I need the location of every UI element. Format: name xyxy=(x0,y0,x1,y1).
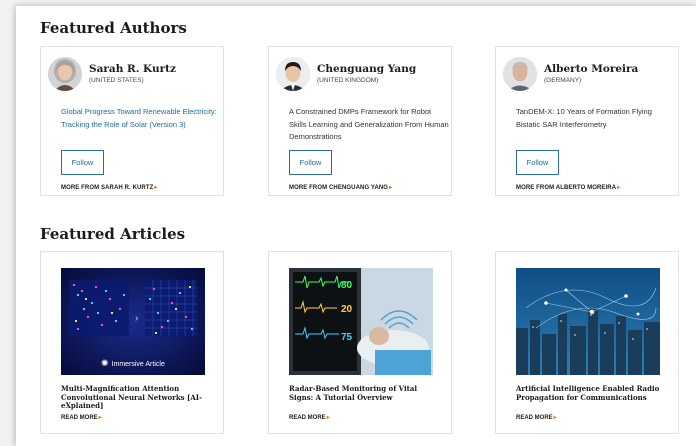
author-name[interactable]: Chenguang Yang xyxy=(317,63,416,75)
chevron-right-icon: ▸ xyxy=(617,185,621,191)
chevron-right-icon: ▸ xyxy=(553,415,557,421)
more-from-author-link[interactable]: MORE FROM SARAH R. KURTZ▸ xyxy=(61,184,158,191)
immersive-badge-label: Immersive Article xyxy=(111,361,165,368)
avatar-yang[interactable] xyxy=(276,57,310,91)
article-thumbnail[interactable]: › ✺ Immersive Article xyxy=(61,268,205,375)
author-name[interactable]: Alberto Moreira xyxy=(544,63,638,75)
immersive-badge: ✺ Immersive Article xyxy=(101,358,165,369)
sparkle-icon: ✺ xyxy=(101,358,109,368)
author-country: (UNITED KINGDOM) xyxy=(317,77,379,84)
article-thumbnail[interactable]: 80 20 75 xyxy=(289,268,433,375)
read-more-label: READ MORE xyxy=(61,415,98,421)
author-paper-link[interactable]: Global Progress Toward Renewable Electri… xyxy=(61,106,221,131)
author-card-yang: Chenguang Yang (UNITED KINGDOM) A Constr… xyxy=(268,46,452,196)
article-title[interactable]: Radar-Based Monitoring of Vital Signs: A… xyxy=(289,384,439,402)
author-country: (GERMANY) xyxy=(544,77,582,84)
more-link-label: MORE FROM SARAH R. KURTZ xyxy=(61,185,154,191)
avatar-kurtz[interactable] xyxy=(48,57,82,91)
more-link-label: MORE FROM CHENGUANG YANG xyxy=(289,185,389,191)
author-card-moreira: Alberto Moreira (GERMANY) TanDEM-X: 10 Y… xyxy=(495,46,679,196)
monitor-readout: 80 xyxy=(341,280,353,291)
follow-button[interactable]: Follow xyxy=(516,150,559,175)
read-more-link[interactable]: READ MORE▸ xyxy=(289,414,330,421)
more-from-author-link[interactable]: MORE FROM CHENGUANG YANG▸ xyxy=(289,184,392,191)
article-thumbnail[interactable] xyxy=(516,268,660,375)
author-paper-link[interactable]: TanDEM-X: 10 Years of Formation Flying B… xyxy=(516,106,676,131)
article-card-ai-radio: Artificial Intelligence Enabled Radio Pr… xyxy=(495,251,679,434)
chevron-right-icon: ▸ xyxy=(389,185,393,191)
author-country: (UNITED STATES) xyxy=(89,77,144,84)
author-name[interactable]: Sarah R. Kurtz xyxy=(89,63,176,75)
read-more-link[interactable]: READ MORE▸ xyxy=(61,414,102,421)
article-card-radar-vitals: 80 20 75 Radar-Based Monitoring of Vital… xyxy=(268,251,452,434)
author-card-kurtz: Sarah R. Kurtz (UNITED STATES) Global Pr… xyxy=(40,46,224,196)
featured-authors-heading: Featured Authors xyxy=(40,19,187,37)
article-title[interactable]: Artificial Intelligence Enabled Radio Pr… xyxy=(516,384,666,402)
more-from-author-link[interactable]: MORE FROM ALBERTO MOREIRA▸ xyxy=(516,184,620,191)
monitor-readout: 75 xyxy=(341,332,353,343)
chevron-right-icon: ▸ xyxy=(154,185,158,191)
follow-button[interactable]: Follow xyxy=(289,150,332,175)
chevron-right-icon: ▸ xyxy=(326,415,330,421)
read-more-link[interactable]: READ MORE▸ xyxy=(516,414,557,421)
featured-panel: Featured Authors Sarah R. Kurtz (UNITED … xyxy=(16,6,696,446)
chevron-right-icon: ▸ xyxy=(98,415,102,421)
more-link-label: MORE FROM ALBERTO MOREIRA xyxy=(516,185,617,191)
article-card-attention-cnn: › ✺ Immersive Article Multi-Magnification… xyxy=(40,251,224,434)
monitor-readout: 20 xyxy=(341,304,353,315)
featured-articles-heading: Featured Articles xyxy=(40,225,186,243)
article-title[interactable]: Multi-Magnification Attention Convolutio… xyxy=(61,384,211,411)
avatar-moreira[interactable] xyxy=(503,57,537,91)
read-more-label: READ MORE xyxy=(516,415,553,421)
follow-button[interactable]: Follow xyxy=(61,150,104,175)
author-paper-link[interactable]: A Constrained DMPs Framework for Robot S… xyxy=(289,106,449,144)
read-more-label: READ MORE xyxy=(289,415,326,421)
arrow-right-icon: › xyxy=(135,313,139,324)
